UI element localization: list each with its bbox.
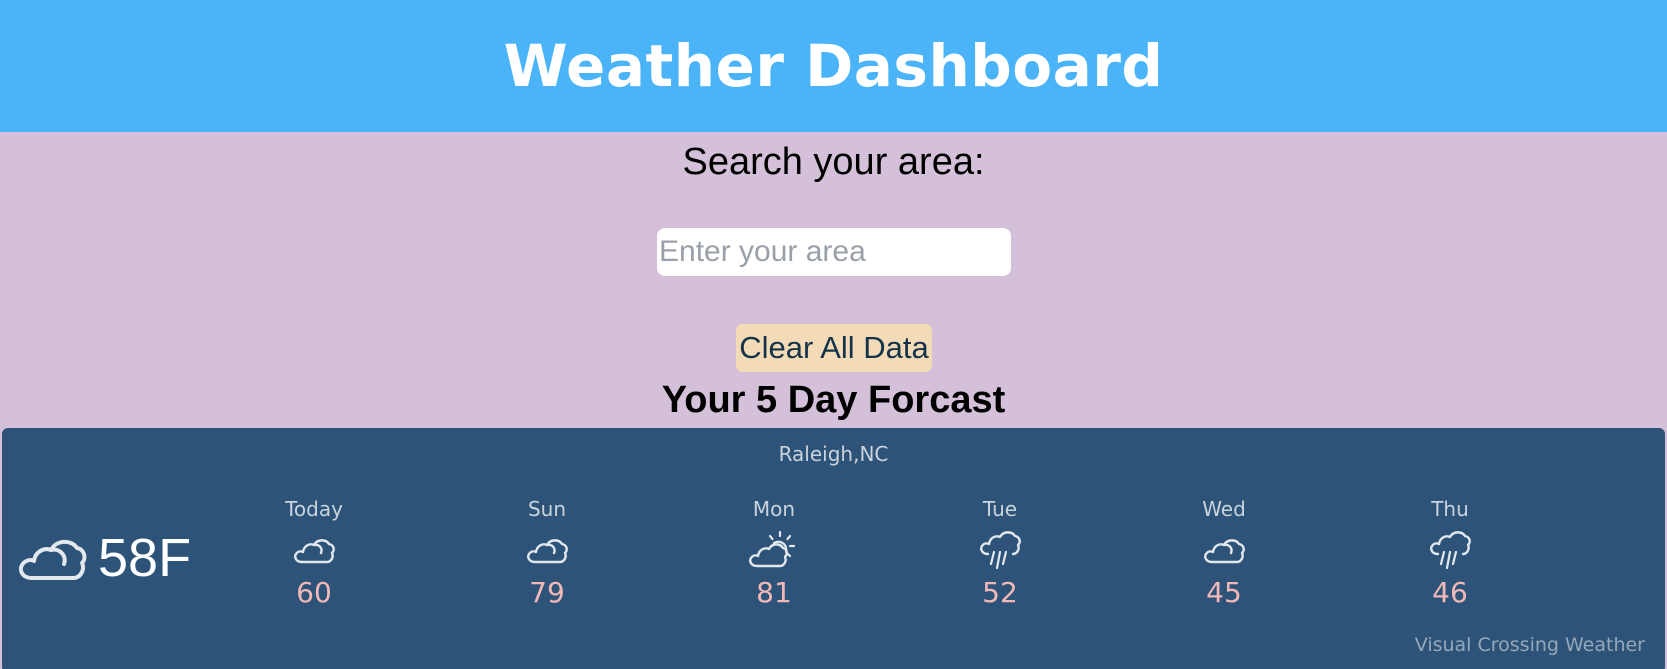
- page-title: Weather Dashboard: [503, 32, 1164, 100]
- forecast-day: Thu 46: [1380, 496, 1520, 610]
- day-name: Mon: [752, 497, 796, 521]
- forecast-title: Your 5 Day Forcast: [661, 379, 1006, 421]
- clear-all-data-button[interactable]: Clear All Data: [736, 324, 932, 372]
- day-temperature: 45: [1206, 576, 1242, 609]
- cloudy-icon: [16, 532, 88, 584]
- credit-link[interactable]: Visual Crossing Weather: [1415, 634, 1645, 656]
- location-label: Raleigh,NC: [778, 442, 889, 466]
- day-name: Thu: [1431, 497, 1469, 521]
- forecast-day: Sun 79: [477, 496, 617, 610]
- rain-icon: [979, 530, 1021, 570]
- day-temperature: 79: [529, 576, 565, 609]
- day-temperature: 60: [296, 576, 332, 609]
- current-temperature: 58F: [98, 528, 192, 588]
- current-weather: 58F: [16, 523, 191, 593]
- forecast-day: Wed 45: [1154, 496, 1294, 610]
- day-temperature: 46: [1432, 576, 1468, 609]
- day-name: Wed: [1202, 497, 1246, 521]
- cloudy-icon: [292, 534, 336, 566]
- cloudy-icon: [1202, 534, 1246, 566]
- page: Weather Dashboard Search your area: Clea…: [0, 0, 1667, 669]
- search-label: Search your area:: [682, 141, 985, 183]
- day-name: Sun: [527, 497, 567, 521]
- day-temperature: 81: [756, 576, 792, 609]
- rain-icon: [1429, 530, 1471, 570]
- day-temperature: 52: [982, 576, 1018, 609]
- search-input[interactable]: [657, 228, 1011, 276]
- forecast-day: Mon 81: [704, 496, 844, 610]
- forecast-day: Today 60: [244, 496, 384, 610]
- day-name: Today: [285, 497, 343, 521]
- weather-widget: Raleigh,NC 58F Today 60 Sun 79 Mon 81 Tu…: [2, 428, 1665, 669]
- partly-cloudy-icon: [748, 530, 800, 570]
- day-name: Tue: [982, 497, 1018, 521]
- forecast-day: Tue 52: [930, 496, 1070, 610]
- header-bar: Weather Dashboard: [0, 0, 1667, 132]
- cloudy-icon: [525, 534, 569, 566]
